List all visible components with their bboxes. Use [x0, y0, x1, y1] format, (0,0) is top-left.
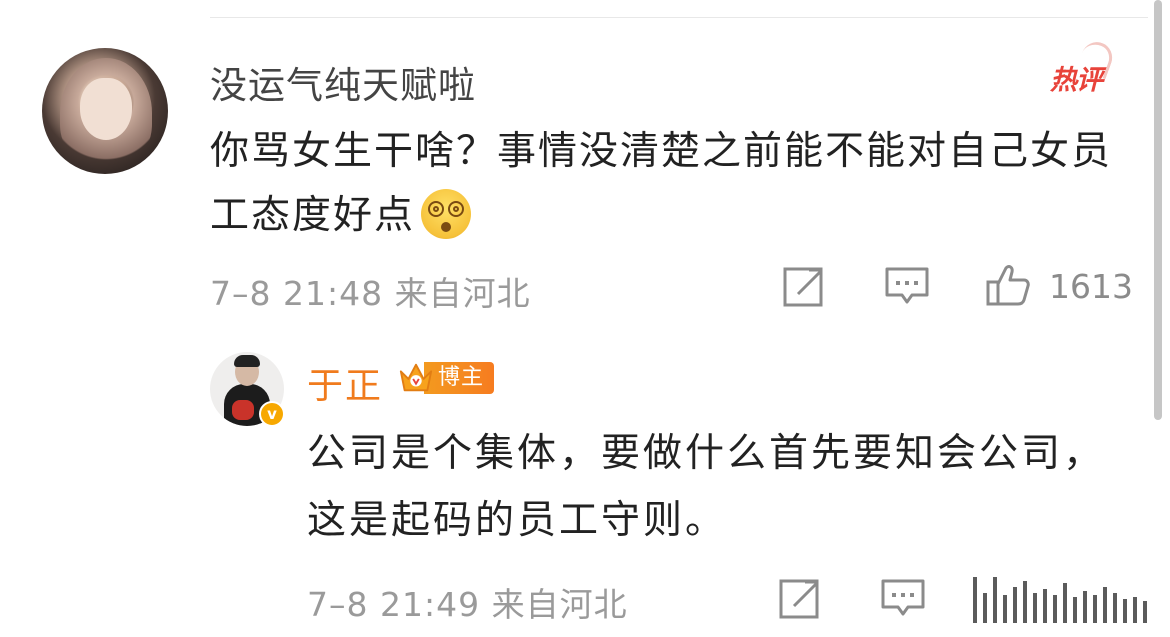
top-divider	[210, 17, 1148, 18]
reply-comment-icon[interactable]	[880, 578, 926, 618]
share-icon[interactable]	[782, 264, 826, 308]
comment-body: 你骂女生干啥？事情没清楚之前能不能对自己女员工态度好点	[210, 129, 1113, 238]
avatar-hair	[234, 355, 260, 367]
avatar-cloth	[232, 400, 254, 420]
hot-comment-badge: 热评	[1050, 58, 1103, 97]
glitched-edge-artifact	[973, 575, 1163, 623]
commenter-username[interactable]: 没运气纯天赋啦	[210, 55, 476, 109]
comment-meta: 7–8 21:48 来自河北	[210, 274, 531, 313]
avatar-face	[80, 78, 132, 140]
reply-meta: 7–8 21:49 来自河北	[307, 585, 628, 624]
blogger-label: 博主	[424, 362, 495, 394]
reply-share-icon[interactable]	[778, 576, 822, 620]
crown-icon	[399, 363, 433, 392]
commenter-avatar[interactable]	[42, 48, 168, 174]
dizzy-face-emoji	[421, 188, 472, 239]
reply-text: 公司是个集体，要做什么首先要知会公司，这是起码的员工守则。	[307, 431, 1106, 543]
blogger-badge: 博主	[398, 358, 495, 398]
comment-text: 你骂女生干啥？事情没清楚之前能不能对自己女员工态度好点	[210, 120, 1130, 248]
like-icon[interactable]	[985, 262, 1031, 308]
like-count: 1613	[1049, 267, 1133, 306]
reply-username[interactable]: 于正	[307, 357, 383, 409]
verified-v-icon: v	[259, 401, 285, 427]
scrollbar[interactable]	[1154, 0, 1162, 420]
comment-icon[interactable]	[884, 266, 930, 306]
